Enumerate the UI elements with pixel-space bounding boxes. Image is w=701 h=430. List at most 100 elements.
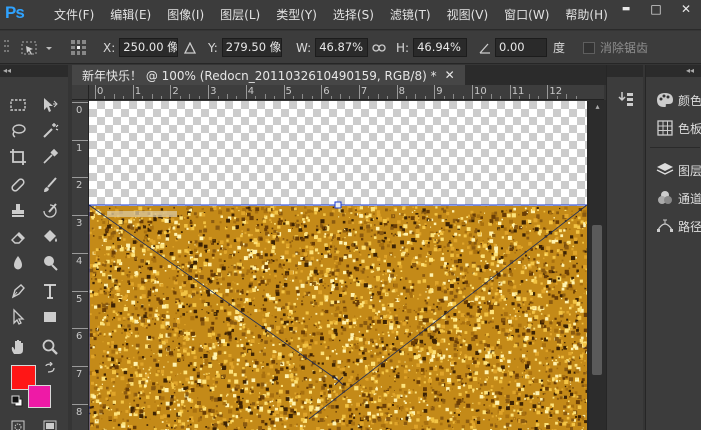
width-field[interactable]: 46.87%: [315, 38, 369, 57]
color-panel-tab[interactable]: 颜色: [646, 87, 701, 113]
collapse-strip-header[interactable]: [607, 65, 643, 77]
paths-icon: [656, 216, 674, 236]
panel-collapse-icon[interactable]: ◂◂: [0, 65, 68, 77]
minimize-button[interactable]: ▬: [611, 0, 641, 18]
y-field[interactable]: 279.50 像: [221, 38, 282, 57]
rotation-field[interactable]: 0.00: [495, 38, 547, 57]
ruler-v-label: 8: [76, 406, 83, 418]
menu-type[interactable]: 类型(Y): [268, 0, 325, 30]
type-tool-icon[interactable]: [37, 279, 63, 303]
ruler-v-label: 2: [76, 180, 83, 192]
history-brush-icon[interactable]: [37, 199, 63, 223]
swap-colors-icon[interactable]: [44, 362, 56, 374]
horizontal-ruler[interactable]: 0 1 2 3 4 5 6 7 8 9 10 11 12: [89, 85, 604, 100]
menu-help[interactable]: 帮助(H): [557, 0, 615, 30]
x-label: X:: [103, 40, 116, 55]
history-panel-icon[interactable]: [617, 90, 635, 108]
eraser-icon[interactable]: [5, 225, 31, 249]
hand-tool-icon[interactable]: [5, 335, 31, 359]
x-field[interactable]: 250.00 像: [119, 38, 179, 57]
ruler-minor-tick: [387, 96, 389, 99]
ruler-h-label: 0: [97, 86, 104, 97]
menu-image[interactable]: 图像(I): [159, 0, 212, 30]
document-canvas[interactable]: [89, 101, 587, 430]
menu-select[interactable]: 选择(S): [325, 0, 382, 30]
ruler-tick: [72, 139, 88, 141]
ruler-minor-tick: [189, 94, 191, 99]
default-colors-icon[interactable]: [11, 395, 23, 407]
crop-icon[interactable]: [5, 145, 31, 169]
restore-button[interactable]: □: [641, 0, 671, 18]
blur-icon[interactable]: [5, 251, 31, 275]
collapsed-panel-strip: [606, 65, 643, 430]
ruler-minor-tick: [481, 96, 483, 99]
document-tab[interactable]: 新年快乐！ @ 100% (Redocn_2011032610490159, R…: [72, 65, 466, 85]
path-selection-icon[interactable]: [5, 305, 31, 329]
height-field[interactable]: 46.94%: [413, 38, 468, 57]
transform-bounding-box[interactable]: [89, 101, 587, 430]
paths-panel-tab[interactable]: 路径: [646, 213, 701, 239]
ruler-tick: [72, 215, 88, 217]
menu-view[interactable]: 视图(V): [439, 0, 497, 30]
reference-point-icon[interactable]: [70, 31, 87, 64]
channels-panel-tab[interactable]: 通道: [646, 185, 701, 211]
ruler-minor-tick: [415, 94, 417, 99]
menu-file[interactable]: 文件(F): [46, 0, 102, 30]
dock-header[interactable]: ◂◂: [646, 65, 701, 77]
ruler-minor-tick: [123, 96, 125, 99]
window-controls: ▬ □ ✕: [611, 0, 701, 18]
zoom-tool-icon[interactable]: [37, 335, 63, 359]
paint-bucket-icon[interactable]: [37, 225, 63, 249]
healing-brush-icon[interactable]: [5, 173, 31, 197]
rectangular-marquee-icon[interactable]: [5, 93, 31, 117]
layers-panel-tab[interactable]: 图层: [646, 157, 701, 183]
background-color-swatch[interactable]: [28, 385, 51, 408]
ruler-h-label: 5: [285, 86, 292, 97]
color-palette-icon: [656, 90, 674, 110]
channels-panel-label: 通道: [678, 191, 701, 206]
menu-layer[interactable]: 图层(L): [212, 0, 268, 30]
eyedropper-icon[interactable]: [37, 145, 63, 169]
menu-bar: Ps 文件(F) 编辑(E) 图像(I) 图层(L) 类型(Y) 选择(S) 滤…: [0, 0, 701, 30]
scroll-up-icon[interactable]: ▴: [589, 100, 606, 114]
ruler-minor-tick: [490, 94, 492, 99]
ruler-minor-tick: [113, 94, 115, 99]
menu-window[interactable]: 窗口(W): [496, 0, 557, 30]
ruler-minor-tick: [406, 96, 408, 99]
tool-preset-icon[interactable]: [20, 31, 54, 64]
brush-icon[interactable]: [37, 173, 63, 197]
link-icon[interactable]: [372, 31, 386, 64]
rectangle-shape-icon[interactable]: [37, 305, 63, 329]
dodge-icon[interactable]: [37, 251, 63, 275]
delta-icon[interactable]: [184, 31, 196, 64]
close-document-icon[interactable]: ✕: [445, 68, 455, 82]
ruler-minor-tick: [519, 96, 521, 99]
vertical-ruler[interactable]: 0 1 2 3 4 5 6 7 8: [72, 100, 89, 430]
lasso-icon[interactable]: [5, 119, 31, 143]
menu-edit[interactable]: 编辑(E): [102, 0, 159, 30]
w-label: W:: [296, 40, 312, 55]
vertical-scrollbar[interactable]: ▴: [589, 100, 606, 430]
close-button[interactable]: ✕: [671, 0, 701, 18]
move-tool-icon[interactable]: [37, 93, 63, 117]
ruler-minor-tick: [537, 96, 539, 99]
canvas-area[interactable]: [89, 101, 589, 430]
quick-mask-icon[interactable]: [5, 415, 31, 430]
antialias-checkbox[interactable]: [583, 41, 595, 54]
angle-icon: [479, 31, 491, 64]
ruler-origin[interactable]: [72, 85, 89, 100]
ruler-tick: [72, 290, 88, 292]
ruler-tick: [547, 85, 549, 99]
magic-wand-icon[interactable]: [37, 119, 63, 143]
screen-mode-icon[interactable]: [37, 415, 63, 430]
ruler-tick: [72, 252, 88, 254]
swatches-panel-tab[interactable]: 色板: [646, 115, 701, 141]
document-title: 新年快乐！ @ 100% (Redocn_2011032610490159, R…: [82, 68, 437, 83]
clone-stamp-icon[interactable]: [5, 199, 31, 223]
ruler-minor-tick: [377, 94, 379, 99]
menu-filter[interactable]: 滤镜(T): [382, 0, 439, 30]
channels-icon: [656, 188, 674, 208]
photoshop-logo: Ps: [5, 3, 25, 22]
pen-icon[interactable]: [5, 279, 31, 303]
scroll-thumb[interactable]: [592, 225, 602, 375]
